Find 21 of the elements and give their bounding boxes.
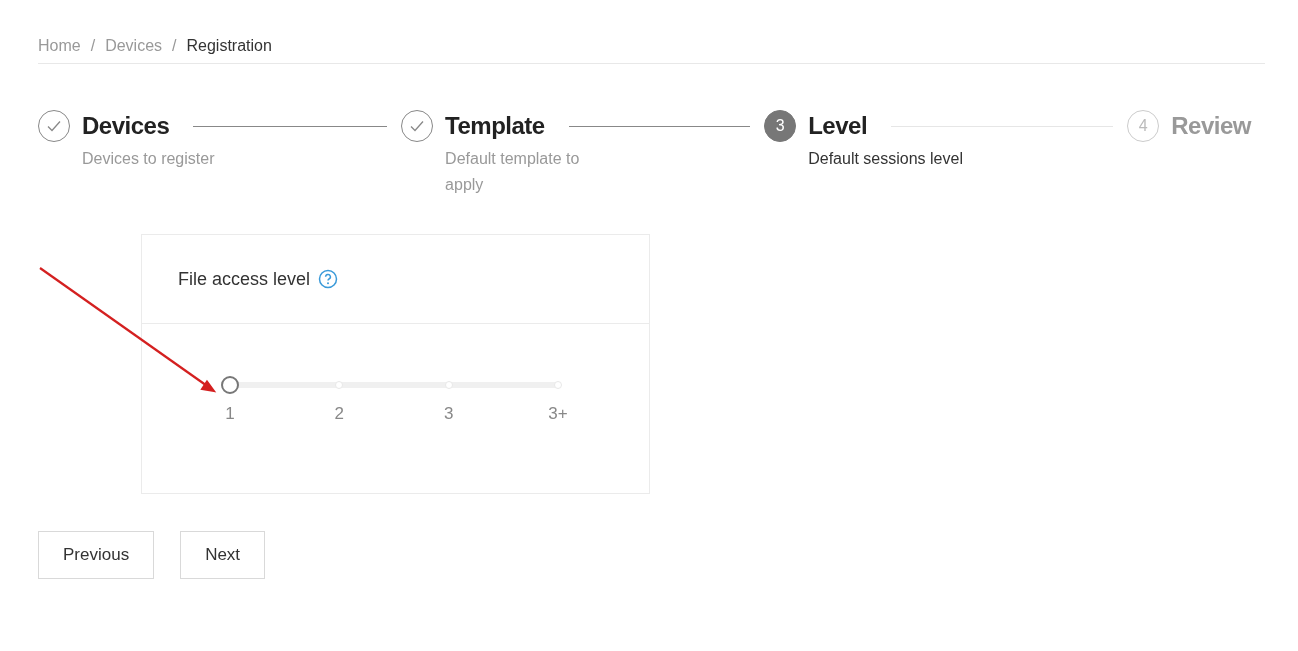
slider-mark-label: 2 bbox=[334, 404, 345, 424]
step-title: Devices bbox=[82, 112, 170, 140]
breadcrumb-separator: / bbox=[172, 37, 177, 55]
step-title: Review bbox=[1171, 112, 1251, 140]
step-description: Devices to register bbox=[82, 149, 216, 169]
step-title: Template bbox=[445, 112, 545, 140]
slider-mark-label: 1 bbox=[225, 404, 235, 424]
next-button[interactable]: Next bbox=[180, 531, 266, 579]
help-icon[interactable] bbox=[318, 269, 339, 289]
slider-mark-label: 3 bbox=[443, 404, 454, 424]
step-description: Default template to apply bbox=[445, 149, 581, 195]
previous-button[interactable]: Previous bbox=[38, 531, 155, 579]
step-description: Default sessions level bbox=[808, 149, 964, 169]
slider-mark-label: 3+ bbox=[548, 404, 568, 424]
step-number: 3 bbox=[764, 110, 797, 142]
step-title: Level bbox=[808, 112, 868, 140]
step-number: 4 bbox=[1127, 110, 1160, 142]
breadcrumb-current: Registration bbox=[186, 37, 272, 55]
breadcrumb-separator: / bbox=[90, 37, 96, 55]
card-title: File access level bbox=[178, 268, 311, 290]
slider-handle[interactable] bbox=[221, 376, 239, 394]
